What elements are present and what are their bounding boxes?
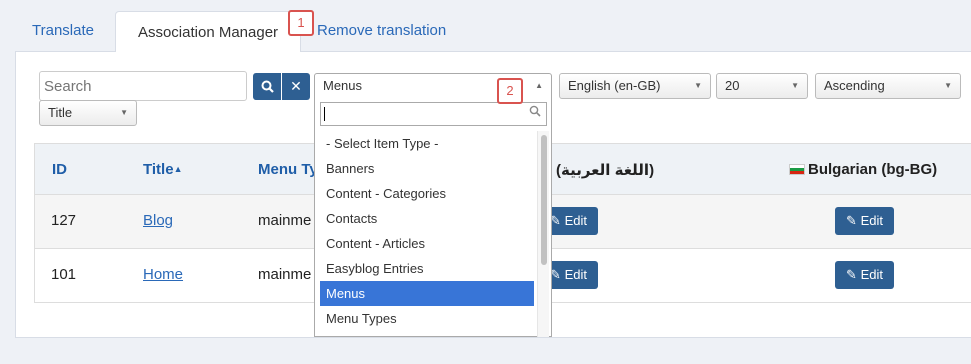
- sort-ascending-icon: ▲: [173, 164, 183, 174]
- order-direction-select[interactable]: Ascending ▼: [815, 73, 961, 99]
- column-header-bulgarian-label: Bulgarian (bg-BG): [808, 161, 938, 178]
- column-header-id[interactable]: ID: [52, 161, 67, 178]
- edit-bulgarian-button[interactable]: ✎ Edit: [835, 261, 894, 289]
- dropdown-option[interactable]: - Select Item Type -: [320, 131, 534, 156]
- chevron-down-icon: ▼: [791, 81, 799, 90]
- search-button[interactable]: [253, 73, 281, 100]
- sort-field-select[interactable]: Title ▼: [39, 100, 137, 126]
- column-header-bulgarian: Bulgarian (bg-BG): [789, 161, 937, 178]
- tab-translate[interactable]: Translate: [32, 12, 94, 50]
- chevron-down-icon: ▼: [120, 108, 128, 117]
- edit-label: Edit: [860, 267, 883, 282]
- search-input[interactable]: [39, 71, 247, 101]
- row-id: 127: [51, 212, 77, 229]
- bulgarian-flag-icon: [789, 164, 805, 175]
- limit-value: 20: [725, 78, 740, 93]
- edit-label: Edit: [564, 213, 587, 228]
- row-title-link[interactable]: Blog: [143, 212, 173, 229]
- tab-remove-translation[interactable]: Remove translation: [317, 12, 446, 50]
- limit-select[interactable]: 20 ▼: [716, 73, 808, 99]
- sort-field-value: Title: [48, 105, 73, 120]
- text-caret: [324, 107, 325, 121]
- column-header-title[interactable]: Title▲: [143, 161, 183, 178]
- order-direction-value: Ascending: [824, 78, 885, 93]
- language-select[interactable]: English (en-GB) ▼: [559, 73, 711, 99]
- edit-label: Edit: [564, 267, 587, 282]
- dropdown-scrollbar-thumb[interactable]: [541, 135, 547, 265]
- chevron-up-icon: ▲: [535, 81, 543, 90]
- dropdown-option[interactable]: Banners: [320, 156, 534, 181]
- dropdown-options-list: - Select Item Type - Banners Content - Cat…: [320, 131, 534, 331]
- dropdown-option[interactable]: Menus: [320, 281, 534, 306]
- edit-icon: ✎: [846, 267, 857, 282]
- column-header-arabic: (اللغة العربية): [556, 162, 655, 179]
- close-icon: ✕: [290, 78, 302, 94]
- row-menu-type: mainme: [258, 266, 312, 283]
- callout-marker-1: 1: [288, 10, 314, 36]
- callout-marker-2: 2: [497, 78, 523, 104]
- dropdown-option[interactable]: Content - Categories: [320, 181, 534, 206]
- row-menu-type: mainme: [258, 212, 312, 229]
- chevron-down-icon: ▼: [694, 81, 702, 90]
- dropdown-option[interactable]: Contacts: [320, 206, 534, 231]
- chevron-down-icon: ▼: [944, 81, 952, 90]
- dropdown-scrollbar[interactable]: [537, 131, 549, 337]
- search-icon: [261, 80, 274, 93]
- edit-label: Edit: [860, 213, 883, 228]
- clear-button[interactable]: ✕: [282, 73, 310, 100]
- item-type-value: Menus: [323, 78, 363, 93]
- edit-icon: ✎: [846, 213, 857, 228]
- language-value: English (en-GB): [568, 78, 661, 93]
- row-id: 101: [51, 266, 77, 283]
- search-icon: [529, 105, 541, 120]
- dropdown-option[interactable]: Menu Types: [320, 306, 534, 331]
- row-title-link[interactable]: Home: [143, 266, 183, 283]
- dropdown-search-input[interactable]: [320, 102, 547, 126]
- dropdown-option[interactable]: Easyblog Entries: [320, 256, 534, 281]
- item-type-dropdown: - Select Item Type - Banners Content - Cat…: [314, 99, 552, 337]
- column-header-menu-type[interactable]: Menu Ty: [258, 161, 318, 178]
- tab-association-manager[interactable]: Association Manager: [115, 11, 301, 52]
- edit-bulgarian-button[interactable]: ✎ Edit: [835, 207, 894, 235]
- column-header-title-label: Title: [143, 161, 174, 178]
- dropdown-option[interactable]: Content - Articles: [320, 231, 534, 256]
